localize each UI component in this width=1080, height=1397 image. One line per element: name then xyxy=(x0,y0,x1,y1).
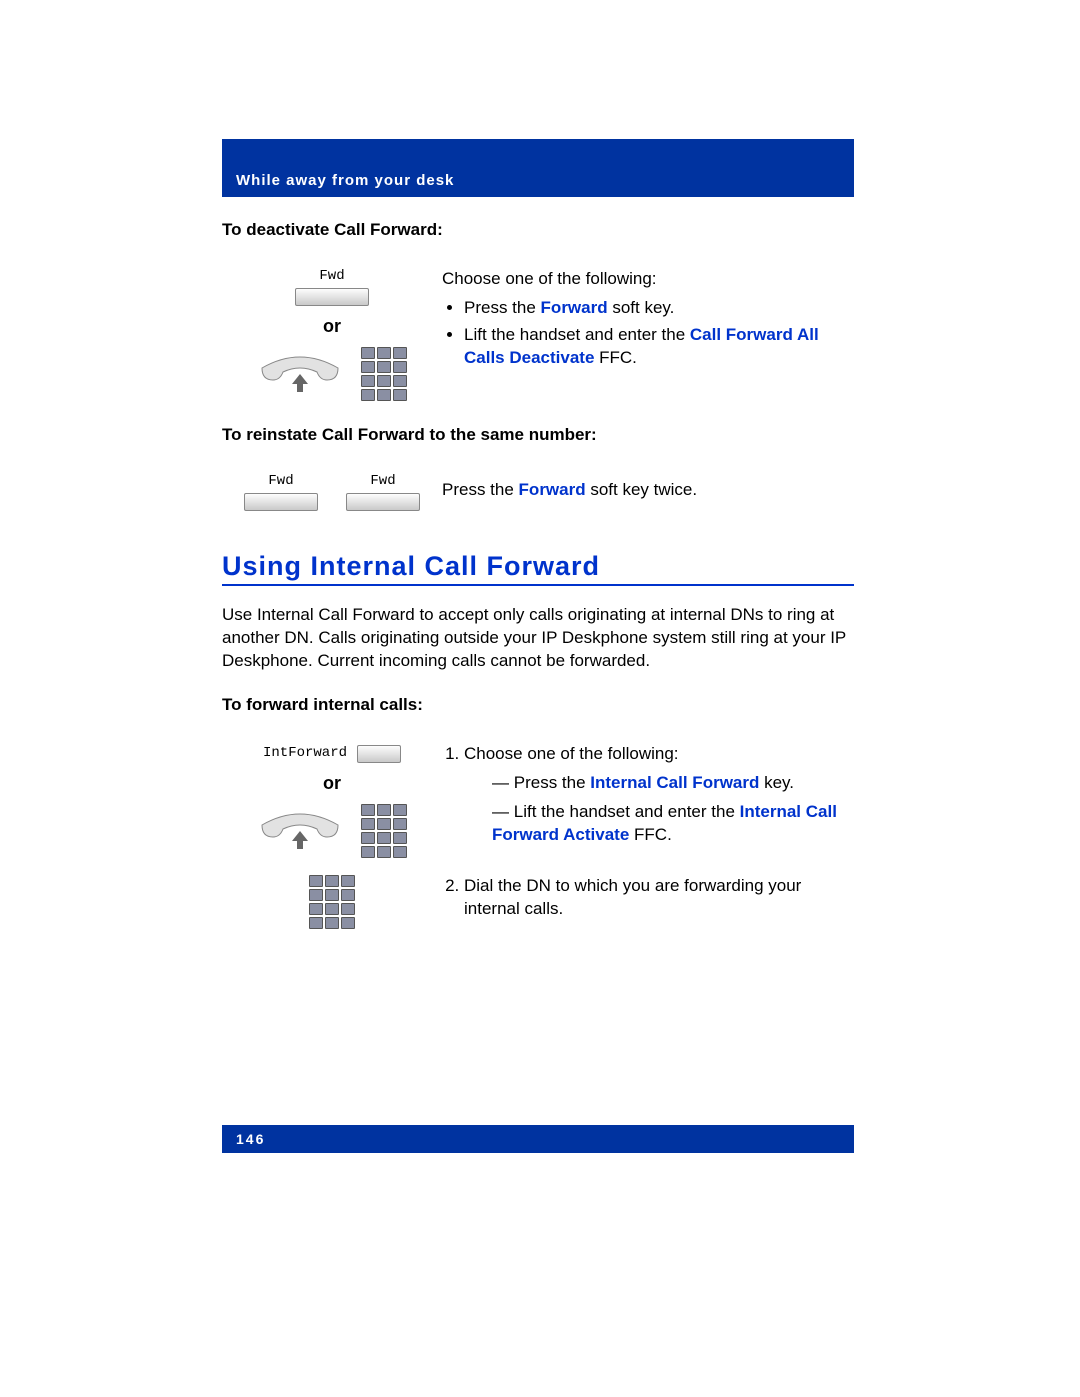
instruction-row: Dial the DN to which you are forwarding … xyxy=(222,875,854,939)
chapter-header: While away from your desk xyxy=(222,139,854,197)
softkey-icon xyxy=(357,745,401,763)
instruction-text: Press the Forward soft key twice. xyxy=(442,473,854,502)
icon-column xyxy=(222,875,442,929)
instruction-text: Choose one of the following: Press the I… xyxy=(442,743,854,865)
handset-icon xyxy=(257,352,343,396)
softkey-group: IntForward xyxy=(222,743,442,763)
handset-keypad-group xyxy=(222,804,442,858)
icon-column: IntForward or xyxy=(222,743,442,858)
handset-icon xyxy=(257,809,343,853)
instruction-text: Choose one of the following: Press the F… xyxy=(442,268,854,374)
softkey-label: Fwd xyxy=(268,473,293,489)
intro-line: Choose one of the following: xyxy=(442,268,854,291)
list-item: Lift the handset and enter the Internal … xyxy=(492,801,854,847)
softkey-icon xyxy=(244,493,318,511)
list-item: Lift the handset and enter the Call Forw… xyxy=(464,324,854,370)
or-label: or xyxy=(222,773,442,794)
h2-underline xyxy=(222,584,854,586)
instruction-row: Fwd or xyxy=(222,268,854,401)
softkey-label: Fwd xyxy=(319,268,344,284)
document-page: While away from your desk To deactivate … xyxy=(0,0,1080,1397)
dash-list: Press the Internal Call Forward key. Lif… xyxy=(464,772,854,847)
body-paragraph: Use Internal Call Forward to accept only… xyxy=(222,604,854,673)
list-item: Dial the DN to which you are forwarding … xyxy=(464,875,854,921)
softkey-group: Fwd xyxy=(222,268,442,306)
softkey-label: IntForward xyxy=(263,745,347,761)
page-footer: 146 xyxy=(222,1125,854,1153)
page-content: To deactivate Call Forward: Fwd or xyxy=(222,220,854,962)
softkey-label: Fwd xyxy=(370,473,395,489)
instruction-text: Dial the DN to which you are forwarding … xyxy=(442,875,854,939)
keypad-icon xyxy=(361,347,407,401)
page-number: 146 xyxy=(236,1131,265,1147)
softkey-icon xyxy=(346,493,420,511)
numbered-list: Dial the DN to which you are forwarding … xyxy=(442,875,854,921)
list-item: Press the Forward soft key. xyxy=(464,297,854,320)
keypad-icon xyxy=(309,875,355,929)
icon-column: Fwd Fwd xyxy=(222,473,442,511)
list-item: Press the Internal Call Forward key. xyxy=(492,772,854,795)
instruction-row: Fwd Fwd Press the Forward soft key twice… xyxy=(222,473,854,511)
keypad-icon xyxy=(361,804,407,858)
or-label: or xyxy=(222,316,442,337)
two-softkeys: Fwd Fwd xyxy=(222,473,442,511)
section-heading: To deactivate Call Forward: xyxy=(222,220,854,240)
icon-column: Fwd or xyxy=(222,268,442,401)
bullet-list: Press the Forward soft key. Lift the han… xyxy=(442,297,854,370)
softkey-icon xyxy=(295,288,369,306)
handset-keypad-group xyxy=(222,347,442,401)
section-heading: To forward internal calls: xyxy=(222,695,854,715)
chapter-title: While away from your desk xyxy=(236,172,454,189)
numbered-list: Choose one of the following: Press the I… xyxy=(442,743,854,847)
softkey-group: Fwd xyxy=(346,473,420,511)
instruction-row: IntForward or xyxy=(222,743,854,865)
section-h2: Using Internal Call Forward xyxy=(222,551,854,582)
section-heading: To reinstate Call Forward to the same nu… xyxy=(222,425,854,445)
list-item: Choose one of the following: Press the I… xyxy=(464,743,854,847)
softkey-group: Fwd xyxy=(244,473,318,511)
